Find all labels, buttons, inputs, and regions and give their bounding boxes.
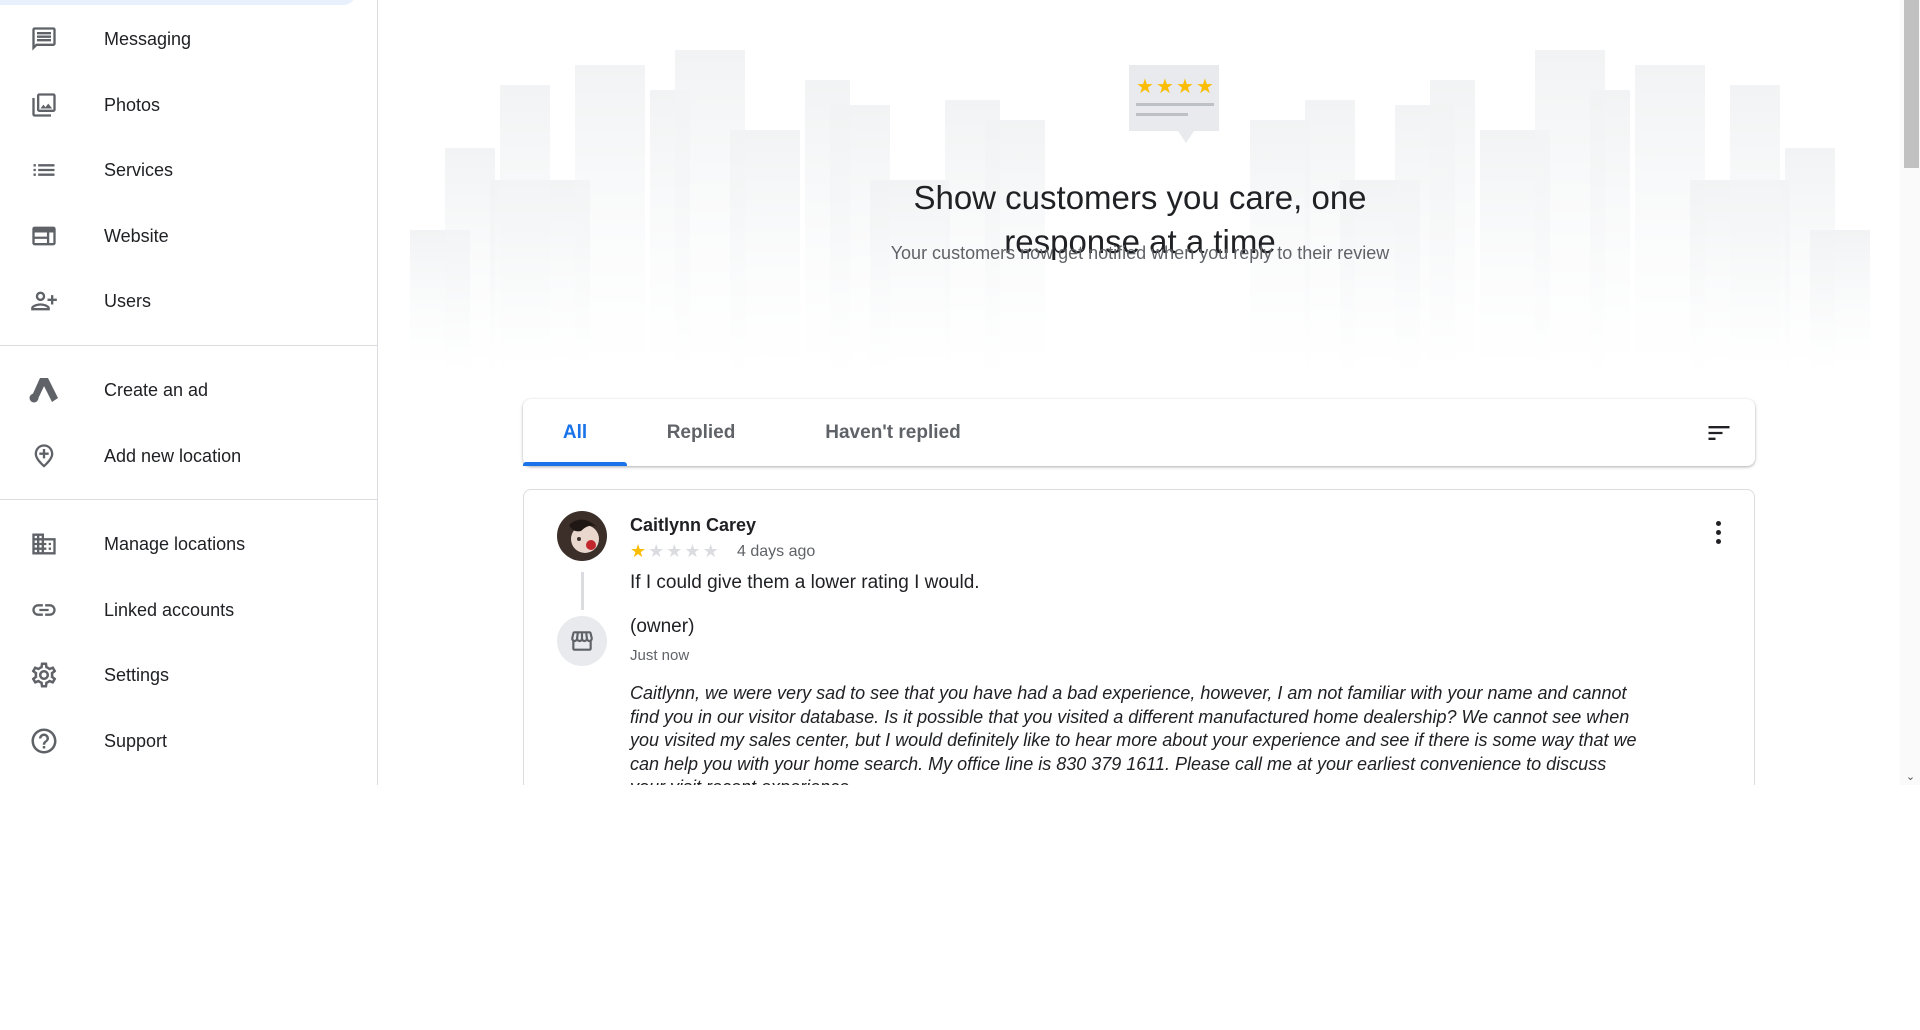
reviewer-name[interactable]: Caitlynn Carey (630, 515, 756, 536)
more-vert-icon-dot (1715, 538, 1721, 544)
review-text: If I could give them a lower rating I wo… (630, 572, 980, 593)
owner-avatar (557, 616, 607, 666)
page-scrollbar[interactable]: ⌄ (1900, 0, 1920, 785)
add-location-icon (28, 440, 60, 472)
sidebar-item-label: Add new location (104, 445, 242, 466)
sidebar-item-linked-accounts[interactable]: Linked accounts (0, 582, 377, 638)
star-empty-icon: ★ (666, 541, 683, 561)
sidebar-item-label: Create an ad (104, 379, 209, 400)
more-options-button[interactable] (1706, 516, 1730, 548)
tab-label: All (562, 421, 588, 443)
message-icon (28, 23, 60, 55)
scroll-down-arrow-icon[interactable]: ⌄ (1904, 770, 1917, 783)
sort-icon (1708, 426, 1730, 440)
sidebar-item-label: Website (104, 225, 169, 246)
sidebar-item-users[interactable]: Users (0, 273, 377, 329)
sidebar-item-label: Support (104, 730, 168, 751)
svg-text:★: ★ (1176, 74, 1194, 98)
sidebar-item-add-location[interactable]: Add new location (0, 428, 377, 484)
hero-banner: ★ ★ ★ ★ Show customers you care, one respon… (410, 40, 1870, 370)
store-icon (571, 631, 593, 651)
help-icon (28, 725, 60, 757)
sidebar-item-manage-locations[interactable]: Manage locations (0, 516, 377, 572)
viewport: Messaging Photos Services Website Users (0, 0, 1920, 785)
sidebar-item-label: Linked accounts (104, 599, 235, 620)
sidebar-item-create-ad[interactable]: Create an ad (0, 362, 377, 418)
building-icon (28, 528, 60, 560)
thread-connector (581, 572, 584, 610)
owner-reply-text: Caitlynn, we were very sad to see that y… (630, 683, 1637, 785)
gear-icon (28, 659, 60, 691)
svg-text:★: ★ (1196, 74, 1214, 98)
star-rating-card-illustration: ★ ★ ★ ★ (1129, 65, 1219, 143)
sidebar-item-photos[interactable]: Photos (0, 77, 377, 133)
hero-title-line-1: Show customers you care, one (913, 179, 1367, 216)
sidebar-item-website[interactable]: Website (0, 208, 377, 264)
website-icon (28, 220, 60, 252)
tab-label: Haven't replied (825, 421, 961, 443)
hero-subtitle: Your customers now get notified when you… (890, 243, 1390, 263)
photos-icon (28, 89, 60, 121)
svg-text:★: ★ (1136, 74, 1154, 98)
review-timestamp: 4 days ago (737, 543, 816, 560)
avatar[interactable] (557, 511, 607, 561)
star-filled-icon: ★ (630, 541, 647, 561)
sort-button[interactable] (1703, 417, 1735, 449)
sidebar-divider (0, 345, 377, 346)
star-rating: ★ ★ ★ ★ ★ (630, 542, 719, 560)
sidebar: Messaging Photos Services Website Users (0, 0, 378, 785)
sidebar-item-label: Photos (104, 94, 161, 115)
sidebar-item-label: Manage locations (104, 533, 246, 554)
active-tab-indicator (523, 462, 627, 466)
link-icon (28, 594, 60, 626)
google-ads-icon (28, 374, 60, 406)
tab-replied[interactable]: Replied (641, 399, 761, 466)
svg-text:★: ★ (1156, 74, 1174, 98)
star-empty-icon: ★ (702, 541, 719, 561)
more-vert-icon (1715, 520, 1721, 526)
active-nav-highlight (0, 0, 356, 5)
sidebar-item-services[interactable]: Services (0, 142, 377, 198)
tab-label: Replied (666, 421, 736, 443)
star-empty-icon: ★ (684, 541, 701, 561)
tab-havent-replied[interactable]: Haven't replied (803, 399, 983, 466)
sidebar-item-label: Users (104, 290, 152, 311)
sidebar-item-support[interactable]: Support (0, 713, 377, 769)
sidebar-item-label: Messaging (104, 28, 192, 49)
tab-all[interactable]: All (523, 399, 627, 466)
sidebar-item-messaging[interactable]: Messaging (0, 11, 377, 67)
scrollbar-thumb[interactable] (1904, 0, 1919, 168)
main-content: ★ ★ ★ ★ Show customers you care, one respon… (378, 0, 1900, 785)
sidebar-item-label: Services (104, 159, 174, 180)
add-user-icon (28, 285, 60, 317)
review-card: Caitlynn Carey ★ ★ ★ ★ ★ 4 days ago If I cou… (523, 489, 1755, 785)
list-icon (28, 154, 60, 186)
sidebar-item-label: Settings (104, 664, 170, 685)
star-empty-icon: ★ (648, 541, 665, 561)
sidebar-item-settings[interactable]: Settings (0, 647, 377, 703)
sidebar-divider (0, 499, 377, 500)
review-filter-tabs: All Replied Haven't replied (523, 399, 1755, 466)
more-vert-icon-dot (1715, 529, 1721, 535)
owner-reply-timestamp: Just now (630, 647, 690, 664)
owner-label: (owner) (630, 616, 695, 637)
